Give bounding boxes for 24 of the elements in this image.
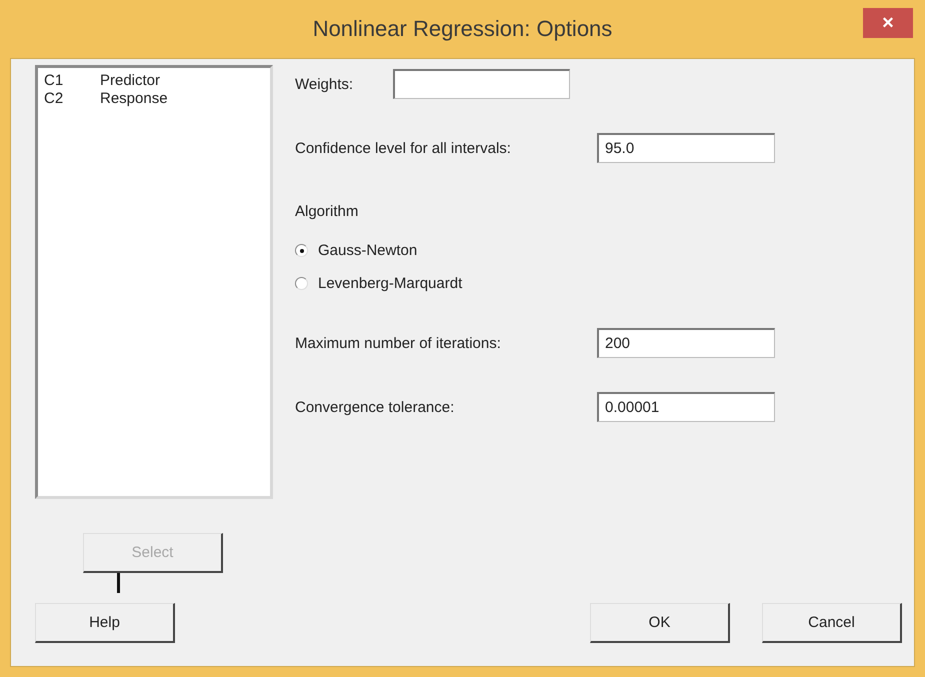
- field-label: Maximum number of iterations:: [295, 334, 502, 352]
- confidence-field[interactable]: 95.0: [597, 133, 775, 163]
- number-field[interactable]: 0.00001: [597, 392, 775, 422]
- number-field[interactable]: 200: [597, 328, 775, 358]
- field-label: Convergence tolerance:: [295, 398, 456, 416]
- cancel-button[interactable]: Cancel: [762, 603, 902, 643]
- variable-list[interactable]: C1 Predictor C2 Response: [35, 65, 273, 499]
- variable-name: Predictor: [100, 72, 160, 90]
- close-button[interactable]: ×: [863, 8, 913, 38]
- window-title: Nonlinear Regression: Options: [312, 16, 612, 42]
- ok-button[interactable]: OK: [590, 603, 730, 643]
- help-button[interactable]: Help: [35, 603, 175, 643]
- text-cursor-icon: [117, 573, 120, 593]
- field-label: Confidence level for all intervals:: [295, 140, 512, 156]
- column-id: C2: [44, 90, 64, 108]
- column-id: C1: [44, 72, 64, 90]
- radio-button[interactable]: [295, 244, 308, 257]
- radio-label: Gauss-Newton: [318, 242, 418, 259]
- group-label: Algorithm: [295, 203, 358, 220]
- weights-field[interactable]: [393, 69, 570, 99]
- radio-label: Levenberg-Marquardt: [318, 275, 462, 292]
- variable-name: Response: [100, 90, 168, 108]
- field-label: Weights:: [295, 76, 354, 92]
- radio-button[interactable]: [295, 277, 308, 290]
